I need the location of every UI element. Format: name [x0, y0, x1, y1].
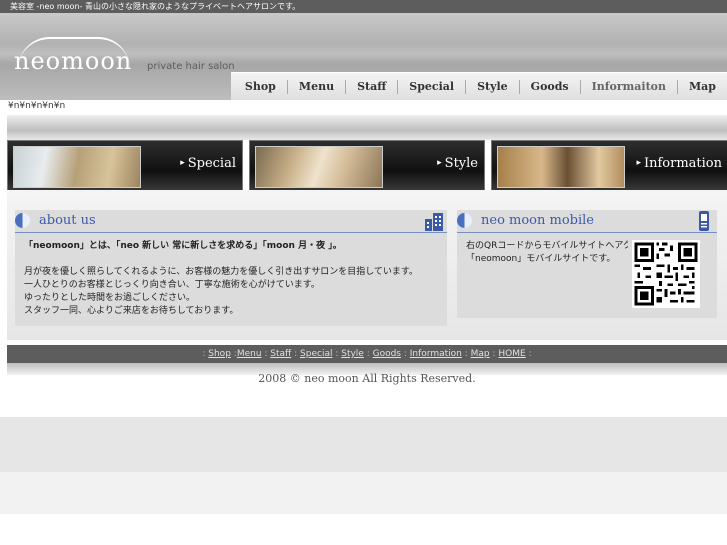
about-line-3: ゆったりとした時間をお過ごしください。: [24, 293, 196, 303]
moon-icon: [15, 213, 30, 228]
footer-link-map[interactable]: Map: [471, 349, 490, 359]
main-nav: Shop Menu Staff Special Style Goods Info…: [230, 72, 727, 100]
nav-special[interactable]: Special: [397, 80, 465, 94]
footer-link-special[interactable]: Special: [300, 349, 332, 359]
building-icon: [425, 213, 443, 231]
nav-style[interactable]: Style: [465, 80, 519, 94]
mobile-line-2: 「neomoon」モバイルサイトです。: [466, 254, 616, 264]
footer-link-menu[interactable]: Menu: [237, 349, 262, 359]
about-line-2: 一人ひとりのお客様とじっくり向き合い、丁寧な施術を心がけています。: [24, 280, 320, 290]
about-title: about us: [39, 213, 96, 228]
top-announcement-bar: 美容室 -neo moon- 青山の小さな隠れ家のようなプライベートヘアサロンで…: [0, 0, 727, 13]
style-photo: [255, 146, 383, 188]
information-photo: [497, 146, 625, 188]
site-logo[interactable]: neomoon: [14, 47, 132, 75]
about-intro: 「neomoon」とは、「neo 新しい 常に新しさを求める」「moon 月・夜…: [24, 241, 342, 251]
about-line-4: スタッフ一同、心よりご来店をお待ちしております。: [24, 306, 239, 316]
banner-information-label: Information: [636, 156, 722, 171]
about-panel: about us 「neomoon」とは、「neo 新しい 常に新しさを求める」…: [15, 210, 447, 326]
nav-information[interactable]: Informaiton: [579, 80, 677, 94]
footer-link-style[interactable]: Style: [341, 349, 364, 359]
copyright: 2008 © neo moon All Rights Reserved.: [258, 372, 476, 385]
footer-link-shop[interactable]: Shop: [208, 349, 231, 359]
mobile-line-1: 右のQRコードからモバイルサイトへアクセスできます。: [466, 241, 628, 251]
mobile-panel: neo moon mobile 右のQRコードからモバイルサイトへアクセスできま…: [457, 210, 717, 318]
banner-style[interactable]: Style: [249, 140, 485, 192]
special-photo: [13, 146, 141, 188]
footer-link-home[interactable]: HOME: [498, 349, 525, 359]
qr-code: [632, 240, 700, 308]
breadcrumb: ¥n¥n¥n¥n¥n: [8, 101, 66, 111]
moon-icon: [457, 213, 472, 228]
mobile-phone-icon: [699, 211, 709, 231]
site-header: neomoon private hair salon Shop Menu Sta…: [0, 13, 727, 100]
nav-shop[interactable]: Shop: [231, 80, 287, 94]
announcement-text: 美容室 -neo moon- 青山の小さな隠れ家のようなプライベートヘアサロンで…: [10, 2, 301, 11]
nav-map[interactable]: Map: [677, 80, 727, 94]
banner-special[interactable]: Special: [7, 140, 243, 192]
mobile-title: neo moon mobile: [481, 213, 594, 228]
nav-goods[interactable]: Goods: [518, 80, 580, 94]
about-line-1: 月が夜を優しく照らしてくれるように、お客様の魅力を優しく引き出すサロンを目指して…: [24, 267, 419, 277]
footer-link-information[interactable]: Information: [410, 349, 462, 359]
nav-staff[interactable]: Staff: [345, 80, 397, 94]
banner-special-label: Special: [180, 156, 236, 171]
footer-nav: : Shop :Menu : Staff : Special : Style :…: [7, 345, 727, 363]
footer-link-goods[interactable]: Goods: [373, 349, 401, 359]
footer-link-staff[interactable]: Staff: [270, 349, 291, 359]
site-tagline: private hair salon: [147, 61, 235, 72]
banner-information[interactable]: Information: [491, 140, 727, 192]
banner-style-label: Style: [437, 156, 478, 171]
nav-menu[interactable]: Menu: [286, 80, 345, 94]
